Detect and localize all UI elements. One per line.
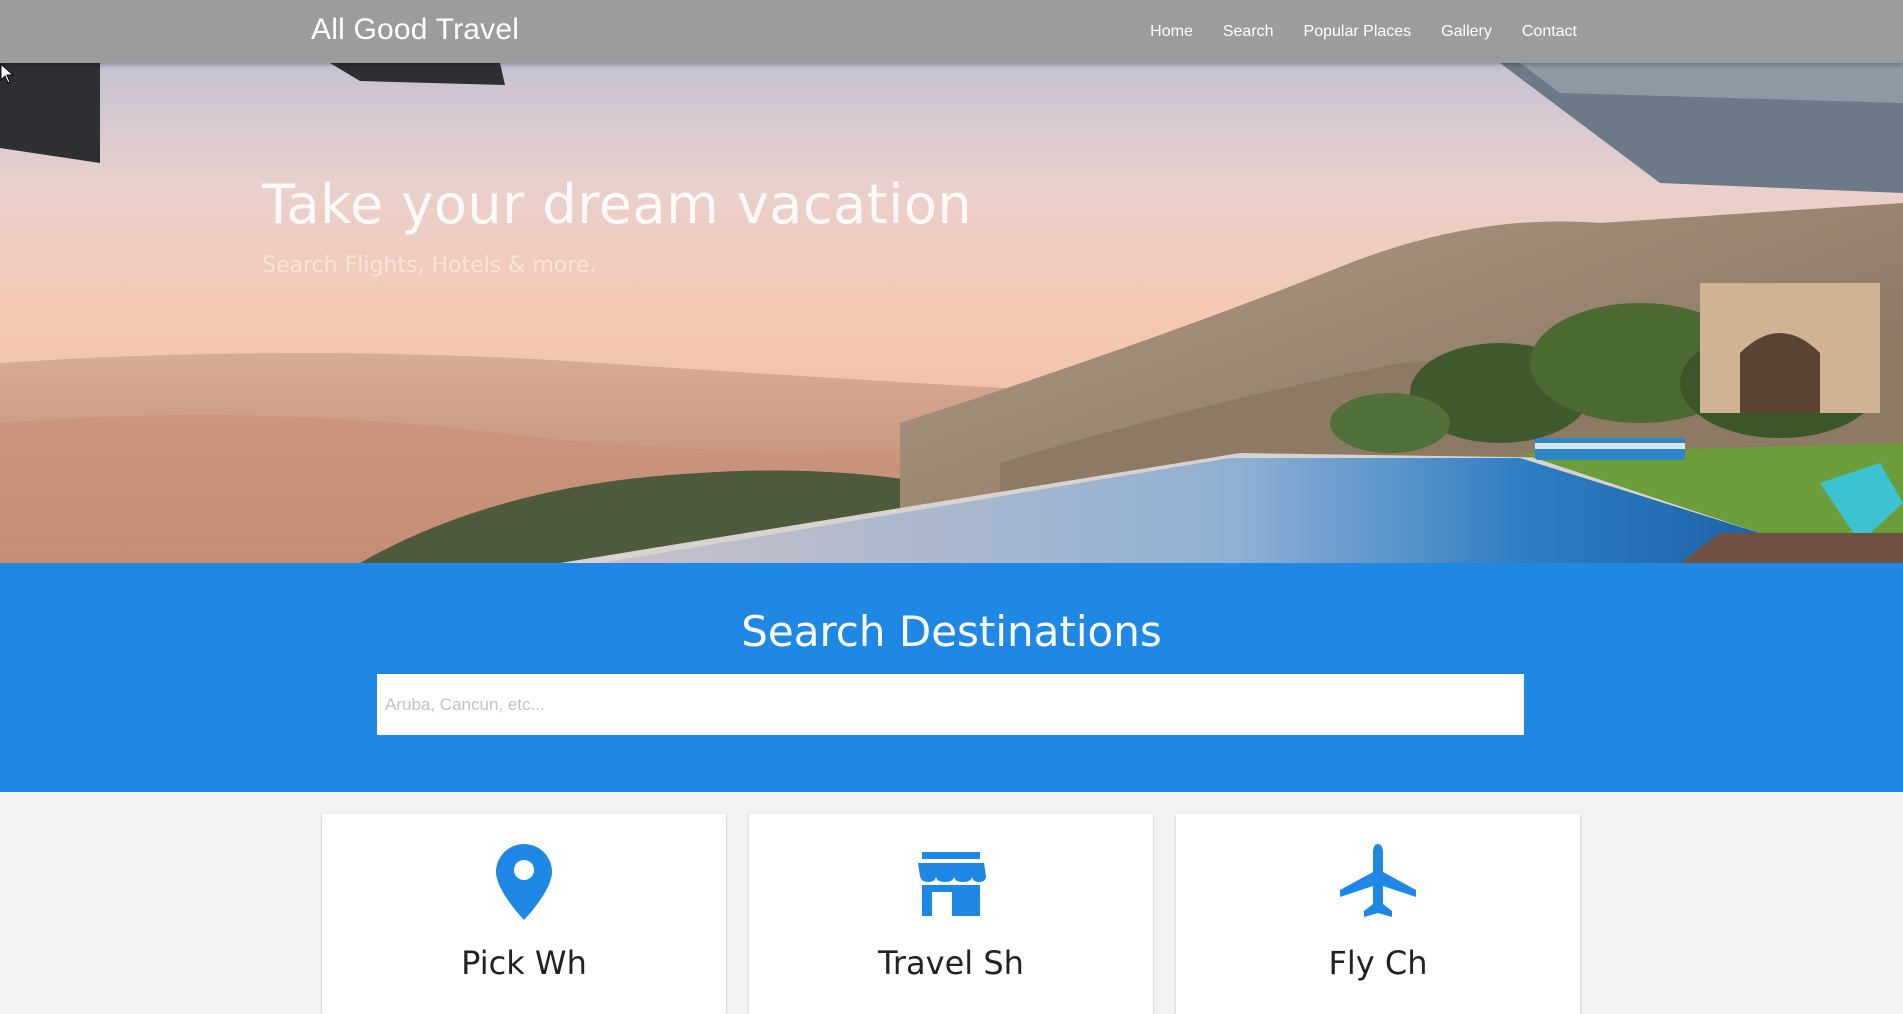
search-section-title: Search Destinations [741, 607, 1162, 656]
feature-card-title: Fly Ch [1328, 944, 1428, 982]
airplane-icon [1340, 844, 1416, 917]
nav-item-search[interactable]: Search [1223, 23, 1274, 41]
feature-card-fly[interactable]: Fly Ch [1176, 814, 1580, 1014]
map-marker-icon [496, 844, 552, 920]
destination-search-input[interactable] [377, 674, 1524, 735]
mouse-cursor-icon [0, 63, 15, 84]
feature-card-travel-shop[interactable]: Travel Sh [749, 814, 1153, 1014]
hero-title: Take your dream vacation [262, 173, 973, 236]
nav-item-contact[interactable]: Contact [1522, 23, 1577, 41]
feature-card-title: Pick Wh [461, 944, 587, 982]
brand-logo-text[interactable]: All Good Travel [311, 13, 519, 47]
hero-banner: Take your dream vacation Search Flights,… [0, 63, 1903, 563]
store-icon [918, 852, 986, 916]
search-destinations-section: Search Destinations [0, 563, 1903, 792]
feature-card-pick[interactable]: Pick Wh [322, 814, 726, 1014]
nav-item-home[interactable]: Home [1150, 23, 1193, 41]
feature-card-title: Travel Sh [878, 944, 1024, 982]
nav-links: Home Search Popular Places Gallery Conta… [1120, 0, 1577, 63]
feature-cards: Pick Wh Travel Sh Fly Ch [322, 814, 1580, 1014]
hero-landscape-image [0, 63, 1903, 563]
hero-subtitle: Search Flights, Hotels & more. [262, 253, 597, 278]
nav-item-gallery[interactable]: Gallery [1441, 23, 1492, 41]
nav-item-popular-places[interactable]: Popular Places [1304, 23, 1412, 41]
top-navbar: All Good Travel Home Search Popular Plac… [0, 0, 1903, 63]
